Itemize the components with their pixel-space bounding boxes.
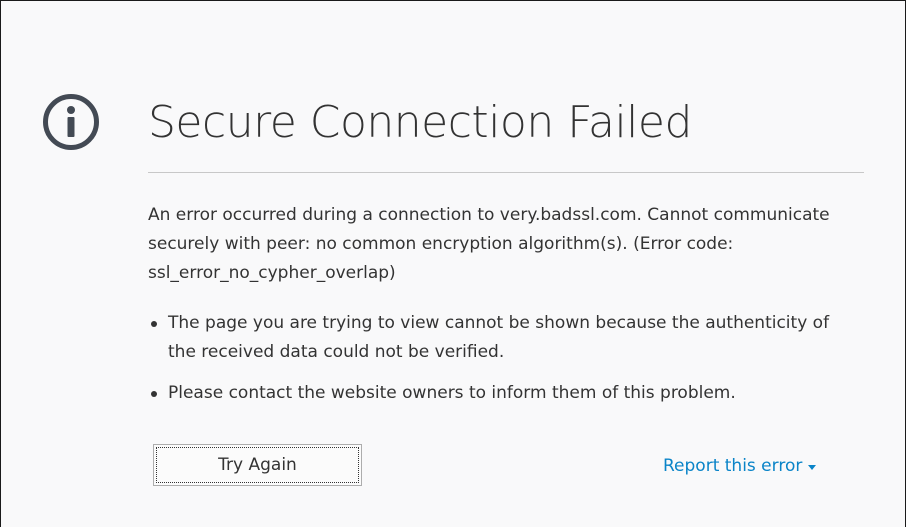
try-again-button[interactable]: Try Again — [153, 444, 362, 486]
list-item: Please contact the website owners to inf… — [148, 379, 860, 408]
page-title: Secure Connection Failed — [148, 97, 692, 148]
list-item-text: Please contact the website owners to inf… — [168, 383, 736, 403]
list-item-text: The page you are trying to view cannot b… — [168, 313, 830, 362]
caret-down-icon — [808, 465, 817, 470]
bullet-icon — [151, 391, 157, 397]
bullet-icon — [151, 321, 157, 327]
error-description: An error occurred during a connection to… — [148, 205, 830, 283]
title-divider — [148, 172, 864, 173]
error-details-list: The page you are trying to view cannot b… — [148, 309, 860, 420]
list-item: The page you are trying to view cannot b… — [148, 309, 860, 367]
info-circle-icon — [43, 94, 99, 150]
report-error-link[interactable]: Report this error — [663, 454, 817, 478]
error-page: Secure Connection Failed An error occurr… — [0, 0, 906, 527]
report-error-label: Report this error — [663, 456, 803, 476]
try-again-label: Try Again — [156, 447, 359, 483]
